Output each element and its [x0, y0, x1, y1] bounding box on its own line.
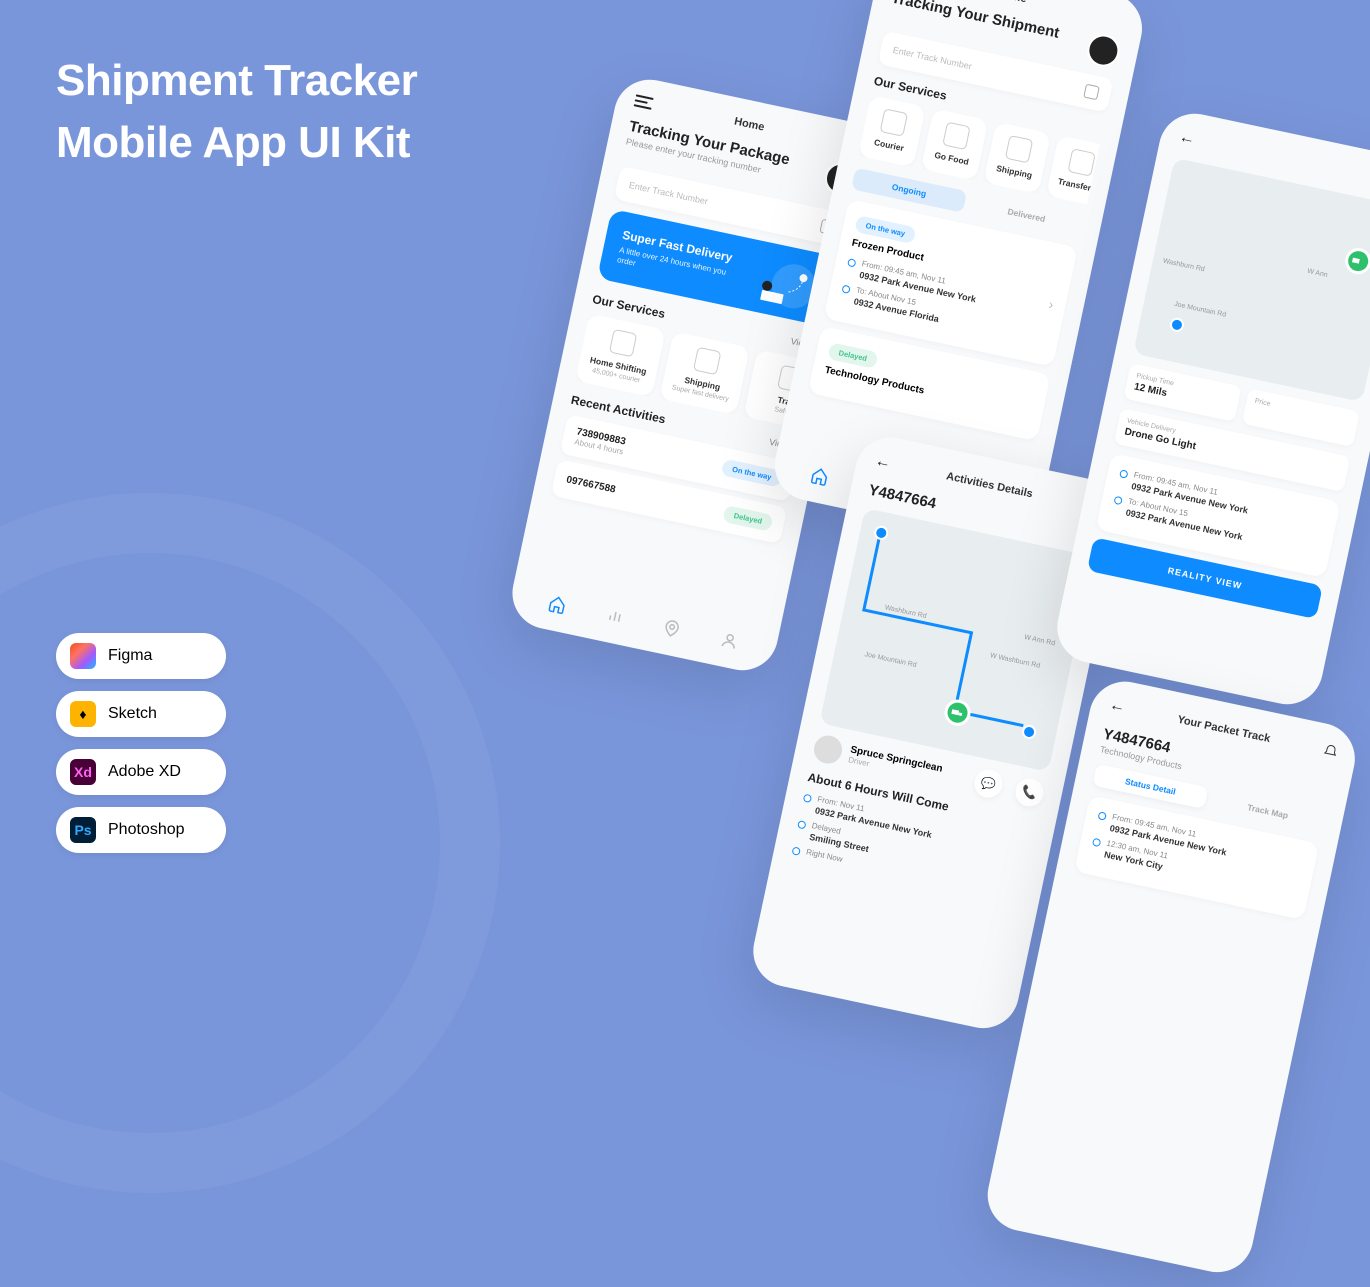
service-gofood[interactable]: Go Food [921, 109, 989, 181]
page-title: Your Packet Track [1176, 714, 1271, 745]
status-badge: On the way [721, 459, 783, 488]
profile-icon[interactable] [719, 630, 740, 651]
status-badge: Delayed [827, 342, 878, 369]
badge-figma: Figma [56, 633, 226, 679]
badge-sketch: ♦Sketch [56, 691, 226, 737]
back-icon[interactable]: ← [873, 452, 892, 473]
bell-icon[interactable] [1321, 743, 1340, 762]
location-icon[interactable] [661, 618, 682, 639]
map[interactable]: Washburn Rd Joe Mountain Rd W Ann Rd W W… [819, 508, 1094, 772]
service-transfers[interactable]: Transfers [1046, 135, 1100, 204]
home-icon[interactable] [547, 593, 568, 614]
qr-icon[interactable] [1083, 84, 1100, 101]
page-title: Home [995, 0, 1027, 5]
home-icon[interactable] [809, 465, 830, 486]
page-title: Home [733, 115, 765, 133]
avatar[interactable] [1084, 32, 1122, 70]
service-home-shifting[interactable]: Home Shifting45,000+ courier [575, 313, 666, 397]
food-icon [942, 122, 970, 150]
ps-icon: Ps [70, 817, 96, 843]
figma-icon [70, 643, 96, 669]
main-title: Shipment Tracker Mobile App UI Kit [56, 50, 417, 173]
phones-group: Home Tracking Your Package Please enter … [456, 0, 1370, 1043]
service-courier[interactable]: Courier [858, 95, 926, 167]
menu-icon[interactable] [634, 94, 654, 109]
tool-badges: Figma ♦Sketch XdAdobe XD PsPhotoshop [56, 633, 226, 853]
driver-avatar[interactable] [811, 733, 844, 766]
bottom-nav [525, 581, 761, 663]
map-pin-marker [1169, 317, 1186, 334]
home-svc-icon [880, 108, 908, 136]
status-badge: Delayed [722, 505, 773, 532]
page-title: Activities Details [945, 470, 1034, 500]
call-button[interactable]: 📞 [1013, 776, 1046, 809]
box-icon [693, 347, 721, 375]
sketch-icon: ♦ [70, 701, 96, 727]
xd-icon: Xd [70, 759, 96, 785]
map[interactable]: Washburn Rd Joe Mountain Rd W Ann [1133, 158, 1370, 402]
shipment-title: Technology Products [824, 365, 1032, 419]
chat-button[interactable]: 💬 [972, 767, 1005, 800]
back-icon[interactable]: ← [1177, 128, 1196, 149]
service-shipping[interactable]: Shipping [983, 122, 1051, 194]
truck-icon [609, 329, 637, 357]
service-shipping[interactable]: ShippingSuper fast delivery [659, 331, 750, 415]
truck-icon [1005, 135, 1033, 163]
back-icon[interactable]: ← [1108, 696, 1127, 717]
map-pin-truck [1343, 246, 1370, 277]
transfer-icon [1067, 148, 1095, 176]
badge-xd: XdAdobe XD [56, 749, 226, 795]
stats-icon[interactable] [604, 606, 625, 627]
badge-ps: PsPhotoshop [56, 807, 226, 853]
